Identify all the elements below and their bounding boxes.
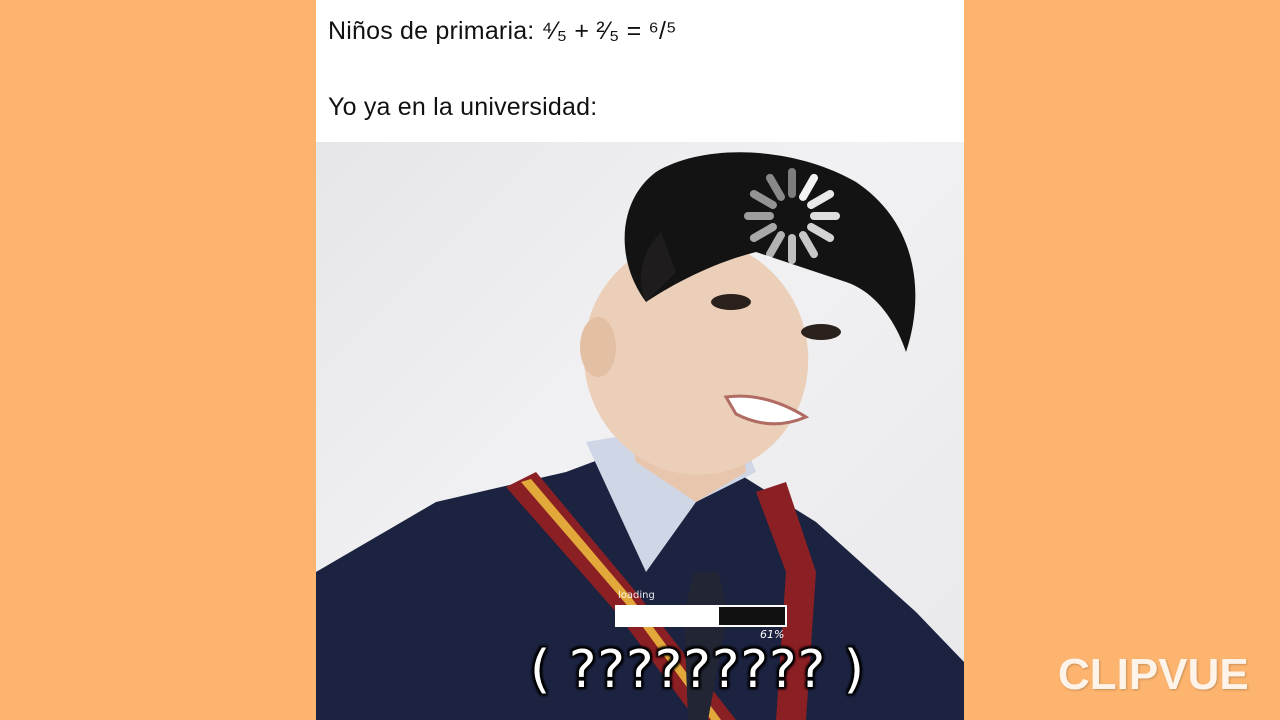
loading-label: loading bbox=[618, 590, 655, 601]
loading-progress-fill bbox=[617, 607, 720, 625]
question-marks-caption: ( ????????? ) bbox=[530, 640, 866, 700]
person-illustration bbox=[316, 152, 964, 720]
spinner-spoke bbox=[766, 231, 785, 259]
spinner-spoke bbox=[766, 173, 785, 201]
caption-line-primary: Niños de primaria: ⁴⁄₅ + ²⁄₅ = ⁶/⁵ bbox=[328, 17, 677, 45]
loading-spinner-icon bbox=[744, 168, 840, 264]
eye-left bbox=[711, 294, 751, 310]
spinner-spoke bbox=[799, 173, 818, 201]
meme-photo bbox=[316, 142, 964, 720]
spinner-spoke bbox=[749, 190, 777, 209]
eye-right bbox=[801, 324, 841, 340]
ear bbox=[580, 317, 616, 377]
clipvue-watermark: CLIPVUE bbox=[1058, 650, 1249, 699]
spinner-spoke bbox=[807, 223, 835, 242]
spinner-spoke bbox=[799, 231, 818, 259]
spinner-spoke bbox=[807, 190, 835, 209]
spinner-spoke bbox=[749, 223, 777, 242]
caption-line-university: Yo ya en la universidad: bbox=[328, 93, 598, 121]
loading-progress-bar bbox=[615, 605, 787, 627]
